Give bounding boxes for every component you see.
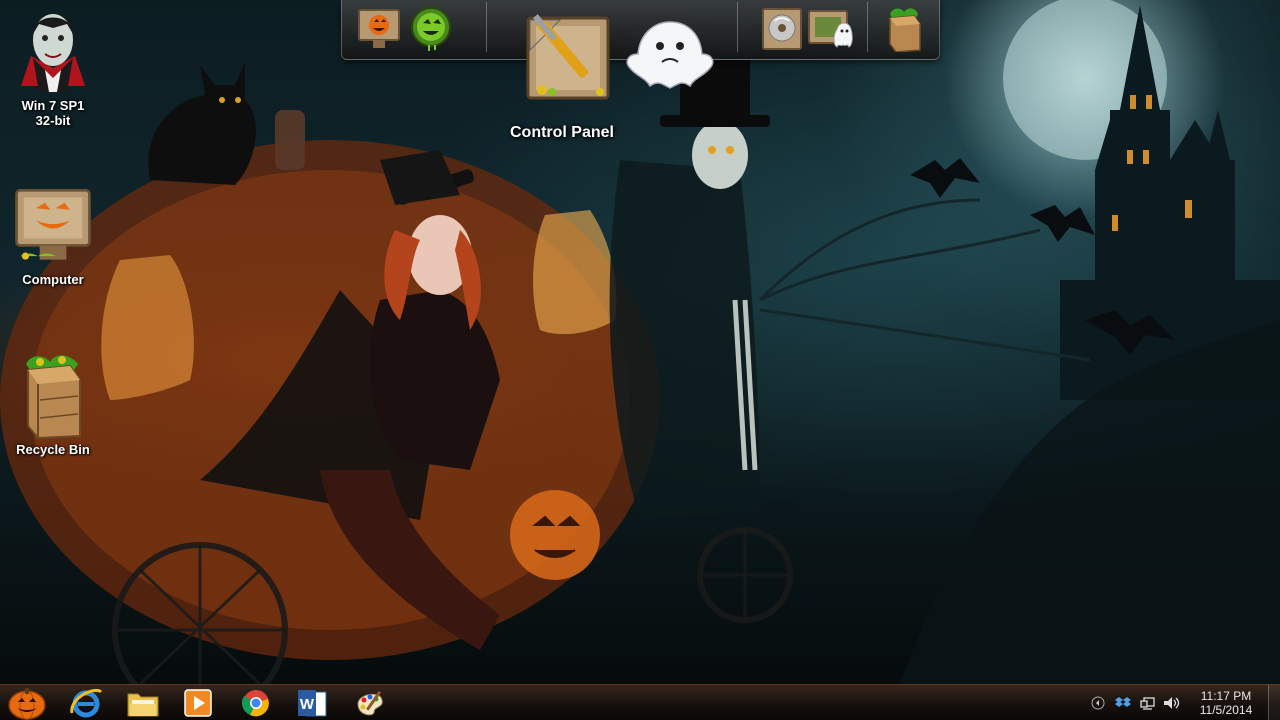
ghost-sign-icon — [808, 10, 853, 48]
clock-time: 11:17 PM — [1200, 689, 1252, 703]
icon-label-line1: Win 7 SP1 — [21, 98, 85, 113]
show-hidden-icon — [1091, 696, 1105, 710]
taskbar-clock[interactable]: 11:17 PM 11/5/2014 — [1188, 689, 1264, 717]
paint-icon — [357, 690, 383, 716]
tray-volume[interactable] — [1162, 685, 1182, 720]
taskbar-item-file-explorer[interactable] — [123, 687, 163, 719]
pumpkin-start-icon — [8, 688, 46, 720]
black-cat — [148, 62, 256, 185]
dock-item-crate[interactable] — [882, 6, 926, 52]
svg-text:W: W — [300, 696, 315, 713]
taskbar-item-paint[interactable] — [350, 687, 390, 719]
dock-hover-label: Control Panel — [509, 124, 614, 141]
pumpkin-sign-icon — [358, 9, 400, 48]
vampire-icon — [13, 6, 93, 96]
wallpaper-art — [0, 0, 1280, 718]
ghost-icon — [626, 21, 714, 89]
icon-label-line2: 32-bit — [35, 113, 71, 128]
wallpaper — [0, 0, 1280, 718]
volume-icon — [1164, 697, 1180, 709]
dock-item-ghost[interactable] — [620, 18, 720, 90]
green-orb-icon — [411, 7, 451, 51]
desktop-icon-recycle-bin[interactable]: Recycle Bin — [8, 350, 98, 457]
dock-separator — [737, 2, 738, 52]
taskbar-item-media-player[interactable] — [178, 687, 218, 719]
chrome-icon — [241, 690, 269, 717]
tray-show-hidden[interactable] — [1090, 685, 1106, 720]
control-panel-icon — [526, 14, 610, 100]
desktop-icon-label: Recycle Bin — [16, 442, 90, 457]
media-player-icon — [184, 689, 212, 717]
start-button[interactable] — [6, 687, 48, 720]
desktop-icon-label: Computer — [22, 272, 84, 287]
taskbar-item-word[interactable]: W — [292, 687, 332, 719]
tray-dropbox[interactable] — [1114, 685, 1132, 720]
network-icon — [1140, 697, 1155, 710]
computer-sign-icon — [13, 180, 93, 270]
desktop-icon-win7[interactable]: Win 7 SP1 32-bit — [8, 6, 98, 128]
desktop-icon-computer[interactable]: Computer — [8, 180, 98, 287]
jack-o-lantern — [510, 490, 600, 580]
show-desktop-button[interactable] — [1268, 685, 1280, 720]
dock-item-green-orb[interactable] — [408, 6, 454, 52]
file-explorer-icon — [127, 693, 159, 717]
dock-item-disc[interactable] — [760, 6, 804, 52]
dock-separator — [486, 2, 487, 52]
tray-network[interactable] — [1139, 685, 1157, 720]
taskbar: W 11:17 PM 11/5/2014 — [0, 684, 1280, 720]
dock-item-pumpkin-sign[interactable] — [356, 6, 402, 52]
disc-icon — [762, 8, 802, 50]
dock-item-ghost-sign[interactable] — [806, 6, 854, 52]
dock-item-control-panel[interactable] — [520, 6, 614, 102]
taskbar-item-internet-explorer[interactable] — [66, 687, 106, 719]
dock-separator — [867, 2, 868, 52]
word-icon: W — [298, 690, 327, 717]
dropbox-icon — [1115, 697, 1131, 707]
internet-explorer-icon — [70, 689, 103, 718]
top-dock — [341, 0, 940, 100]
taskbar-item-chrome[interactable] — [236, 687, 276, 719]
clock-date: 11/5/2014 — [1199, 703, 1253, 717]
recycle-bin-crate-icon — [13, 350, 93, 440]
crate-icon — [889, 8, 921, 52]
desktop-icon-label: Win 7 SP1 32-bit — [22, 98, 85, 128]
skeleton-figure — [609, 60, 1091, 520]
